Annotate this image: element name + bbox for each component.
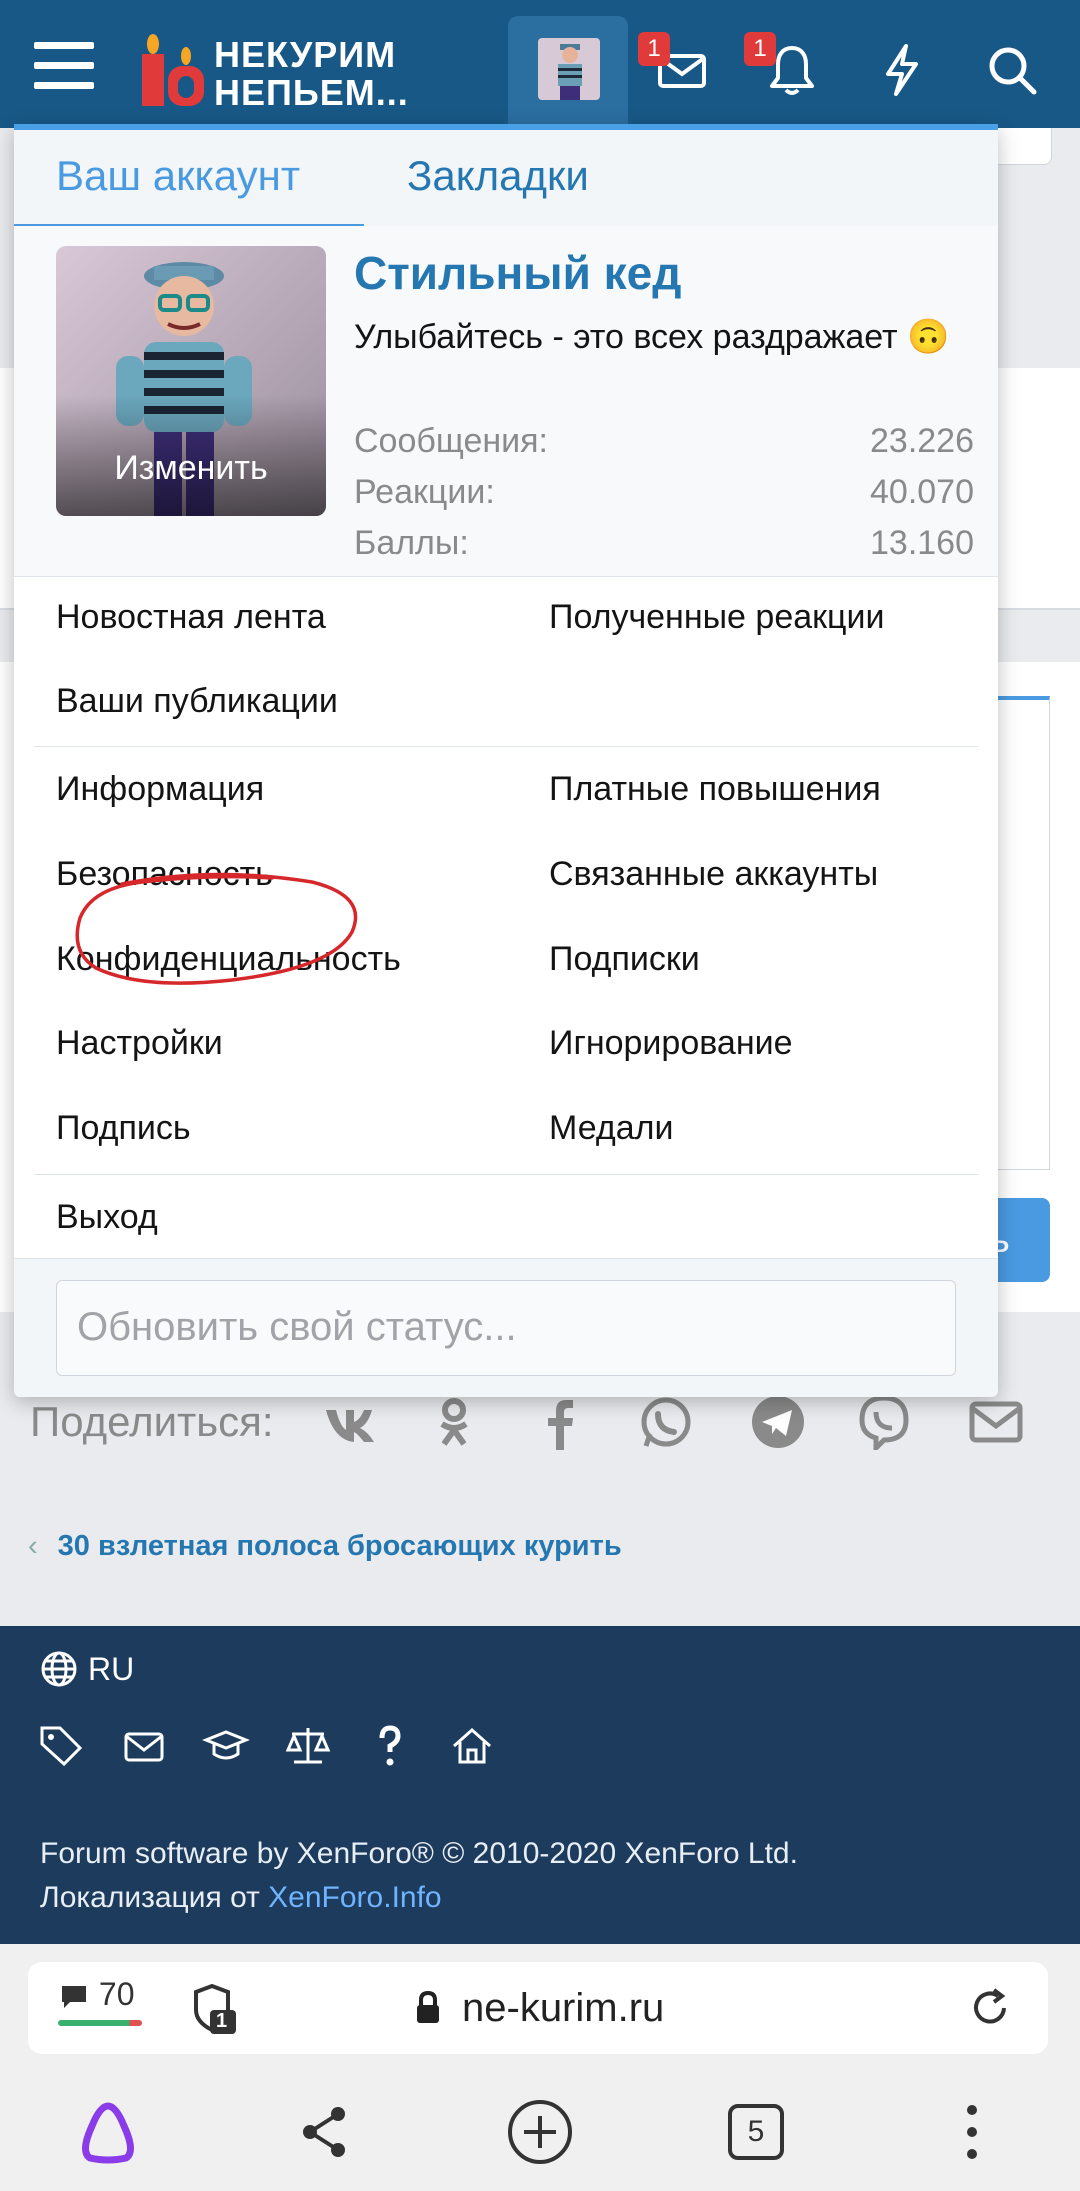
viber-icon[interactable] <box>856 1394 912 1450</box>
copyright: Forum software by XenForo® © 2010-2020 X… <box>40 1832 798 1920</box>
tabs-badge: 1 <box>216 2010 228 2032</box>
more-options-icon[interactable] <box>936 2096 1008 2168</box>
lightning-icon <box>886 44 918 96</box>
rating-bar <box>58 2020 142 2026</box>
shield-tabs-icon <box>194 1983 236 2034</box>
stat-messages: Сообщения: 23.226 <box>354 422 974 460</box>
menu-logout[interactable]: Выход <box>56 1198 158 1237</box>
help-cap-icon[interactable] <box>202 1722 250 1770</box>
stat-points: Баллы: 13.160 <box>354 524 974 562</box>
globe-icon <box>41 1651 77 1687</box>
menu-connected-accounts[interactable]: Связанные аккаунты <box>549 855 878 894</box>
post-reply-button[interactable]: ь <box>990 1198 1050 1282</box>
user-stats: Сообщения: 23.226 Реакции: 40.070 Баллы: 13… <box>354 416 974 569</box>
back-to-forum-link[interactable]: ‹ 30 взлетная полоса бросающих курить <box>28 1530 622 1563</box>
alerts-badge: 1 <box>744 32 776 66</box>
menu-account-details[interactable]: Информация <box>56 770 264 809</box>
alice-assistant-icon[interactable] <box>72 2096 144 2168</box>
comments-counter[interactable]: 70 <box>58 1976 142 2026</box>
avatar-edit-link[interactable]: Изменить <box>56 449 326 488</box>
browser-bottom-nav: 5 <box>0 2074 1080 2191</box>
facebook-icon[interactable] <box>532 1394 588 1450</box>
odnoklassniki-icon[interactable] <box>426 1394 482 1450</box>
menu-paid-upgrades[interactable]: Платные повышения <box>549 770 881 809</box>
tabs-count: 5 <box>747 2115 765 2148</box>
menu-received-reactions[interactable]: Полученные реакции <box>549 598 884 637</box>
tab-your-account[interactable]: Ваш аккаунт <box>56 152 300 200</box>
stat-reactions: Реакции: 40.070 <box>354 473 974 511</box>
user-title: Улыбайтесь - это всех раздражает 🙃 <box>354 318 950 356</box>
status-update-input[interactable]: Обновить свой статус... <box>56 1280 956 1376</box>
comment-icon <box>62 1985 86 2008</box>
top-navigation-bar: НЕКУРИМ НЕПЬЕМ... 1 1 <box>0 0 1080 128</box>
background-input-fragment <box>990 128 1052 165</box>
background-editor-fragment <box>990 696 1050 1170</box>
home-icon[interactable] <box>448 1722 496 1770</box>
language-chooser[interactable]: RU <box>40 1650 134 1688</box>
xenforo-info-link[interactable]: XenForo.Info <box>268 1881 441 1914</box>
vk-icon[interactable] <box>320 1394 376 1450</box>
account-menu-popup: Ваш аккаунт Закладки Изменить Стильный к… <box>14 124 998 1397</box>
whatsapp-icon[interactable] <box>638 1394 694 1450</box>
search-button[interactable] <box>982 40 1042 100</box>
menu-your-content[interactable]: Ваши публикации <box>56 682 338 721</box>
email-share-icon[interactable] <box>968 1394 1024 1450</box>
menu-divider <box>34 746 978 747</box>
contact-icon[interactable] <box>120 1722 168 1770</box>
messages-badge: 1 <box>638 32 670 66</box>
menu-following[interactable]: Подписки <box>549 940 700 979</box>
menu-icon[interactable] <box>34 38 94 94</box>
search-icon <box>989 47 1037 95</box>
browser-bar: 70 1 ne-kurim.ru 5 <box>0 1944 1080 2191</box>
question-icon[interactable] <box>366 1722 414 1770</box>
language-label: RU <box>88 1650 135 1687</box>
share-bar: Поделиться: <box>30 1390 1060 1452</box>
lock-icon <box>417 1990 439 2023</box>
protect-tab-button[interactable]: 1 <box>188 1982 242 2036</box>
localization-line: Локализация от XenForo.Info <box>40 1881 442 1914</box>
tags-icon[interactable] <box>38 1722 86 1770</box>
chevron-left-icon: ‹ <box>28 1530 38 1562</box>
share-icon[interactable] <box>288 2096 360 2168</box>
profile-summary: Изменить Стильный кед Улыбайтесь - это в… <box>14 226 998 577</box>
tab-bookmarks[interactable]: Закладки <box>407 152 589 200</box>
menu-divider <box>34 1174 978 1175</box>
status-placeholder: Обновить свой статус... <box>77 1305 517 1349</box>
popup-tabs: Ваш аккаунт Закладки <box>14 130 998 230</box>
avatar <box>538 38 600 100</box>
menu-signature[interactable]: Подпись <box>56 1109 191 1148</box>
tabs-icon[interactable]: 5 <box>720 2096 792 2168</box>
telegram-icon[interactable] <box>750 1394 806 1450</box>
footer: RU Forum software by XenForo® © 2010-202… <box>0 1626 1080 1944</box>
new-tab-icon[interactable] <box>504 2096 576 2168</box>
comments-count: 70 <box>98 1976 135 2012</box>
rules-scale-icon[interactable] <box>284 1722 332 1770</box>
logo-candles-icon <box>142 34 204 106</box>
reload-icon[interactable] <box>968 1986 1012 2030</box>
share-label: Поделиться: <box>30 1398 274 1445</box>
address-bar[interactable]: 70 1 ne-kurim.ru <box>28 1962 1048 2054</box>
annotation-circle <box>75 872 358 985</box>
alerts-button[interactable]: 1 <box>744 32 822 100</box>
username-link[interactable]: Стильный кед <box>354 246 681 300</box>
menu-medals[interactable]: Медали <box>549 1109 673 1148</box>
menu-ignoring[interactable]: Игнорирование <box>549 1024 793 1063</box>
account-tab[interactable] <box>508 16 628 128</box>
profile-avatar[interactable]: Изменить <box>56 246 326 516</box>
whats-new-button[interactable] <box>872 40 932 100</box>
menu-preferences[interactable]: Настройки <box>56 1024 223 1063</box>
back-link-label: 30 взлетная полоса бросающих курить <box>57 1530 622 1562</box>
copyright-line: Forum software by XenForo® © 2010-2020 X… <box>40 1837 798 1870</box>
messages-button[interactable]: 1 <box>638 32 712 100</box>
logo-text: НЕКУРИМ НЕПЬЕМ... <box>214 34 409 113</box>
url-text: ne-kurim.ru <box>462 1986 665 2030</box>
site-logo[interactable]: НЕКУРИМ НЕПЬЕМ... <box>138 30 418 113</box>
menu-news-feed[interactable]: Новостная лента <box>56 598 326 637</box>
